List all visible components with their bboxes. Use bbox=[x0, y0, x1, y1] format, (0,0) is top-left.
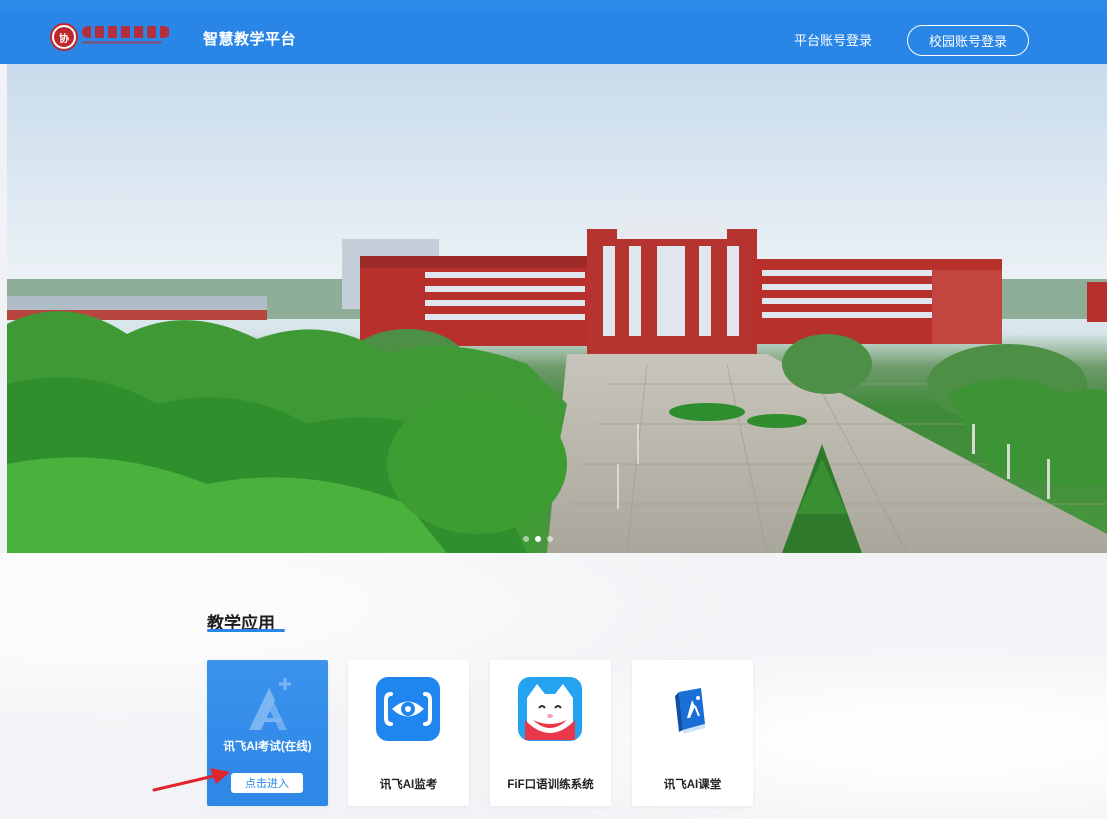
carousel-dot[interactable] bbox=[547, 536, 553, 542]
carousel-dot-active[interactable] bbox=[535, 536, 541, 542]
school-seal-icon: 协 bbox=[50, 23, 78, 51]
annotation-arrow-icon bbox=[152, 768, 230, 792]
app-card-label: 讯飞AI课堂 bbox=[663, 779, 722, 791]
campus-banner-image bbox=[7, 64, 1107, 553]
app-card-label: FiF口语训练系统 bbox=[507, 779, 594, 791]
app-card-fif-speaking[interactable]: FiF口语训练系统 bbox=[490, 660, 611, 806]
platform-title: 智慧教学平台 bbox=[203, 31, 297, 48]
platform-login-link[interactable]: 平台账号登录 bbox=[794, 30, 872, 49]
school-logo[interactable]: 协 bbox=[50, 20, 180, 54]
eye-monitor-icon bbox=[376, 677, 440, 741]
campus-login-button[interactable]: 校园账号登录 bbox=[907, 25, 1029, 56]
book-ai-icon bbox=[675, 688, 705, 734]
carousel-dot[interactable] bbox=[523, 536, 529, 542]
ai-exam-icon bbox=[249, 678, 291, 730]
cat-mascot-icon bbox=[518, 677, 582, 741]
app-card-ai-monitor[interactable]: 讯飞AI监考 bbox=[348, 660, 469, 806]
section-title-underline bbox=[207, 629, 285, 632]
app-card-ai-classroom[interactable]: 讯飞AI课堂 bbox=[632, 660, 753, 806]
enter-button[interactable]: 点击进入 bbox=[231, 773, 303, 793]
school-name-logotype bbox=[82, 24, 174, 50]
app-card-label: 讯飞AI监考 bbox=[379, 779, 438, 791]
app-card-label: 讯飞AI考试(在线) bbox=[223, 741, 312, 753]
carousel-indicators bbox=[523, 536, 553, 542]
